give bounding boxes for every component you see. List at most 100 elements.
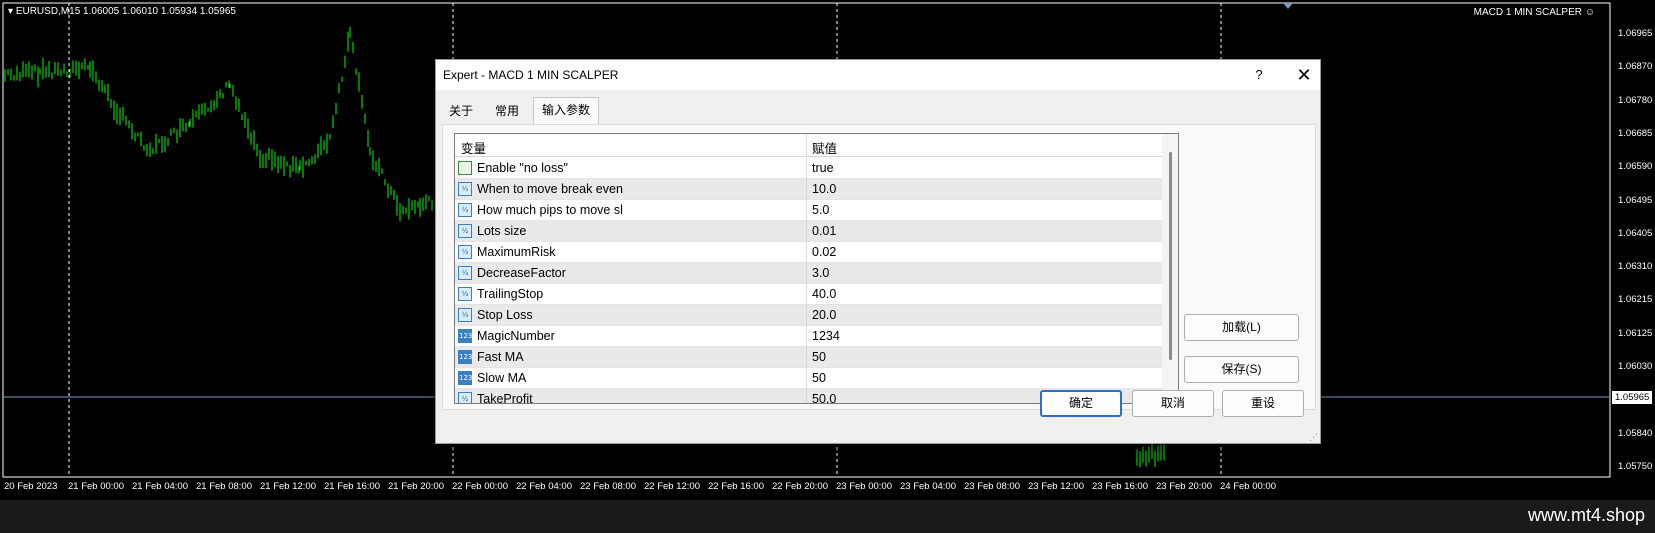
reset-button[interactable]: 重设 bbox=[1222, 390, 1304, 417]
help-button[interactable]: ? bbox=[1249, 65, 1269, 85]
table-row[interactable]: ½ Stop Loss 20.0 bbox=[455, 305, 1162, 326]
price-tick-label: 1.06310 bbox=[1618, 261, 1653, 273]
param-value[interactable]: 3.0 bbox=[812, 266, 829, 280]
symbol-info-text: EURUSD,M15 1.06005 1.06010 1.05934 1.059… bbox=[15, 6, 236, 17]
tab-common[interactable]: 常用 bbox=[487, 99, 527, 125]
price-tick-label: 1.05750 bbox=[1618, 460, 1653, 472]
cell-divider bbox=[806, 179, 807, 200]
price-tick-label: 1.06870 bbox=[1618, 61, 1653, 73]
close-button[interactable]: ✕ bbox=[1291, 63, 1317, 87]
double-icon: ½ bbox=[458, 308, 472, 322]
param-name: TrailingStop bbox=[477, 287, 544, 301]
price-tick-label: 1.06125 bbox=[1618, 327, 1653, 339]
cell-divider bbox=[806, 263, 807, 284]
param-name: Lots size bbox=[477, 224, 527, 238]
time-tick-label: 20 Feb 2023 bbox=[4, 481, 58, 492]
dialog-titlebar[interactable]: Expert - MACD 1 MIN SCALPER ? ✕ bbox=[436, 60, 1320, 90]
cell-divider bbox=[806, 158, 807, 179]
time-tick-label: 22 Feb 00:00 bbox=[452, 481, 508, 492]
param-name: DecreaseFactor bbox=[477, 266, 566, 280]
time-tick-label: 21 Feb 08:00 bbox=[196, 481, 252, 492]
param-name: Fast MA bbox=[477, 350, 524, 364]
double-icon: ½ bbox=[458, 245, 472, 259]
load-button[interactable]: 加载(L) bbox=[1184, 314, 1299, 341]
expert-properties-dialog: Expert - MACD 1 MIN SCALPER ? ✕ 关于 常用 输入… bbox=[435, 59, 1321, 444]
table-row[interactable]: ½ MaximumRisk 0.02 bbox=[455, 242, 1162, 263]
param-value[interactable]: 20.0 bbox=[812, 308, 836, 322]
time-tick-label: 22 Feb 16:00 bbox=[708, 481, 764, 492]
time-tick-label: 23 Feb 00:00 bbox=[836, 481, 892, 492]
inputs-grid[interactable]: 变量 赋值 Enable "no loss" true ½ When to move … bbox=[454, 133, 1179, 404]
price-tick-label: 1.06965 bbox=[1618, 28, 1653, 39]
cell-divider bbox=[806, 284, 807, 305]
time-tick-label: 22 Feb 20:00 bbox=[772, 481, 828, 492]
cancel-button[interactable]: 取消 bbox=[1132, 390, 1214, 417]
table-row[interactable]: ½ When to move break even 10.0 bbox=[455, 179, 1162, 200]
header-divider bbox=[806, 134, 807, 157]
time-tick-label: 23 Feb 16:00 bbox=[1092, 481, 1148, 492]
price-tick-label: 1.06405 bbox=[1618, 227, 1653, 239]
tab-inputs[interactable]: 输入参数 bbox=[533, 97, 600, 125]
double-icon: ½ bbox=[458, 287, 472, 301]
cell-divider bbox=[806, 242, 807, 263]
double-icon: ½ bbox=[458, 203, 472, 217]
save-button[interactable]: 保存(S) bbox=[1184, 356, 1299, 383]
price-tick-label: 1.06685 bbox=[1618, 127, 1653, 139]
ok-button[interactable]: 确定 bbox=[1040, 390, 1122, 417]
int-icon: 123 bbox=[458, 329, 472, 343]
param-value[interactable]: 0.02 bbox=[812, 245, 836, 259]
bool-icon bbox=[458, 161, 472, 175]
cell-divider bbox=[806, 326, 807, 347]
cell-divider bbox=[806, 200, 807, 221]
param-value[interactable]: 10.0 bbox=[812, 182, 836, 196]
col-header-variable[interactable]: 变量 bbox=[461, 138, 486, 157]
param-name: Stop Loss bbox=[477, 308, 533, 322]
shift-marker-icon bbox=[1283, 3, 1293, 9]
price-tick-label: 1.06030 bbox=[1618, 361, 1653, 372]
param-value[interactable]: 50 bbox=[812, 350, 826, 364]
table-row[interactable]: ½ How much pips to move sl 5.0 bbox=[455, 200, 1162, 221]
param-value[interactable]: 1234 bbox=[812, 329, 840, 343]
param-name: MagicNumber bbox=[477, 329, 555, 343]
resize-grip-icon[interactable]: ⋰ bbox=[1309, 432, 1319, 442]
symbol-info: ▾ EURUSD,M15 1.06005 1.06010 1.05934 1.0… bbox=[8, 6, 236, 17]
time-tick-label: 21 Feb 16:00 bbox=[324, 481, 380, 492]
cell-divider bbox=[806, 305, 807, 326]
double-icon: ½ bbox=[458, 266, 472, 280]
param-value[interactable]: 0.01 bbox=[812, 224, 836, 238]
int-icon: 123 bbox=[458, 350, 472, 364]
cell-divider bbox=[806, 347, 807, 368]
table-row[interactable]: ½ TrailingStop 40.0 bbox=[455, 284, 1162, 305]
param-name: MaximumRisk bbox=[477, 245, 556, 259]
time-tick-label: 21 Feb 12:00 bbox=[260, 481, 316, 492]
table-row[interactable]: 123 MagicNumber 1234 bbox=[455, 326, 1162, 347]
time-tick-label: 23 Feb 20:00 bbox=[1156, 481, 1212, 492]
grid-scrollbar[interactable] bbox=[1162, 134, 1178, 403]
param-value[interactable]: 40.0 bbox=[812, 287, 836, 301]
scrollbar-thumb[interactable] bbox=[1169, 152, 1172, 360]
col-header-value[interactable]: 赋值 bbox=[812, 138, 837, 157]
param-value[interactable]: 50.0 bbox=[812, 392, 836, 403]
double-icon: ½ bbox=[458, 224, 472, 238]
param-value[interactable]: 5.0 bbox=[812, 203, 829, 217]
time-tick-label: 21 Feb 20:00 bbox=[388, 481, 444, 492]
time-tick-label: 24 Feb 00:00 bbox=[1220, 481, 1276, 492]
table-row[interactable]: 123 Slow MA 50 bbox=[455, 368, 1162, 389]
table-row[interactable]: ½ Lots size 0.01 bbox=[455, 221, 1162, 242]
price-tick-label: 1.06495 bbox=[1618, 194, 1653, 206]
cell-divider bbox=[806, 368, 807, 389]
table-row[interactable]: 123 Fast MA 50 bbox=[455, 347, 1162, 368]
table-row[interactable]: ½ DecreaseFactor 3.0 bbox=[455, 263, 1162, 284]
int-icon: 123 bbox=[458, 371, 472, 385]
param-value[interactable]: true bbox=[812, 161, 834, 175]
table-row[interactable]: Enable "no loss" true bbox=[455, 158, 1162, 179]
param-value[interactable]: 50 bbox=[812, 371, 826, 385]
cell-divider bbox=[806, 389, 807, 403]
tab-about[interactable]: 关于 bbox=[441, 99, 481, 125]
time-tick-label: 21 Feb 04:00 bbox=[132, 481, 188, 492]
time-tick-label: 22 Feb 12:00 bbox=[644, 481, 700, 492]
time-tick-label: 23 Feb 12:00 bbox=[1028, 481, 1084, 492]
time-tick-label: 23 Feb 04:00 bbox=[900, 481, 956, 492]
current-price-badge: 1.05965 bbox=[1612, 391, 1653, 404]
time-tick-label: 22 Feb 08:00 bbox=[580, 481, 636, 492]
